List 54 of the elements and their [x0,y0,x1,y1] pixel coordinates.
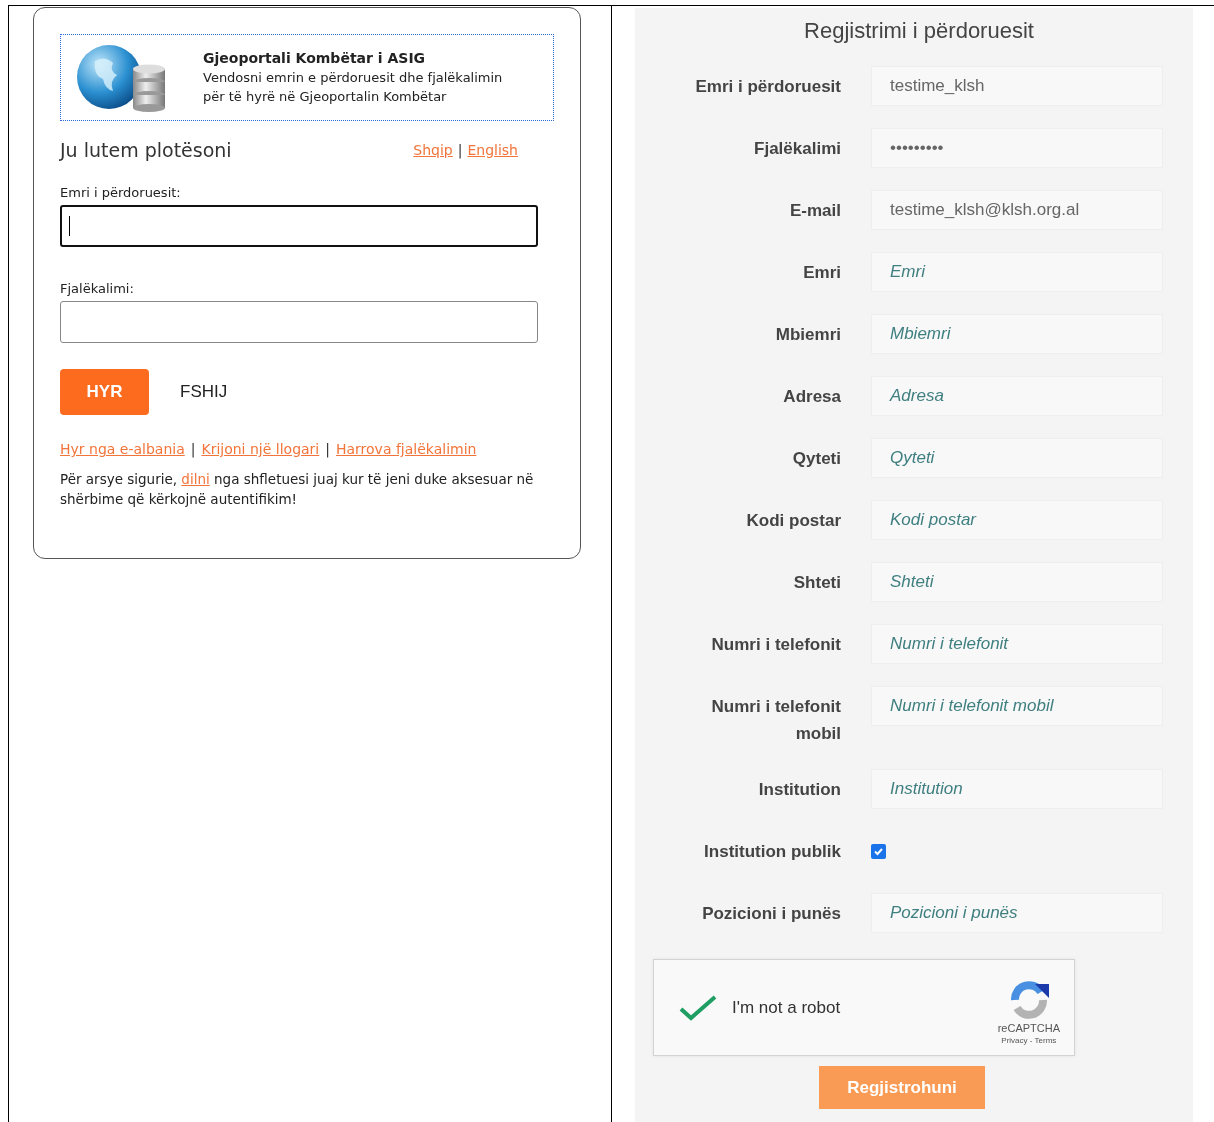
checkbox[interactable] [871,843,886,859]
field-label: Pozicioni i punës [701,903,841,925]
account-link[interactable]: Harrova fjalëkalimin [335,441,477,457]
input-field[interactable]: Institution [871,769,1163,809]
input-field[interactable] [60,301,538,343]
input-field[interactable]: testime_klsh [871,66,1163,106]
field-label: Adresa [782,386,841,408]
separator: | [325,441,330,457]
language-link[interactable]: Shqip [413,142,453,158]
input-field[interactable]: Emri [871,252,1163,292]
input-field[interactable]: Kodi postar [871,500,1163,540]
input-field[interactable]: Shteti [871,562,1163,602]
separator: | [457,142,463,158]
security-notice: Për arsye sigurie, dilni nga shfletuesi juaj kur të jeni duke aksesuar në shërbime që kërkojnë autentifikim! [60,470,535,509]
text-caret [69,216,70,236]
field-label: Emri [802,262,841,284]
input-field[interactable]: ••••••••• [871,128,1163,168]
form-title: Regjistrimi i përdoruesit [803,18,1035,44]
portal-description: Vendosni emrin e përdoruesit dhe fjalëkalimin për të hyrë në Gjeoportalin Kombëtar [203,68,503,106]
login-button[interactable]: HYR [60,369,149,415]
field-label: Emri i përdoruesit: [60,185,182,200]
field-label: Shteti [792,572,841,594]
account-link[interactable]: Krijoni një llogari [201,441,320,457]
input-field[interactable]: Pozicioni i punës [871,893,1163,933]
captcha-label: I'm not a robot [732,997,842,1018]
separator: | [190,441,196,457]
field-label: Mbiemri [774,324,841,346]
captcha-brand: reCAPTCHA [997,1022,1060,1034]
field-label: Emri i përdoruesit [694,76,841,98]
field-label: Institution [757,779,841,801]
field-label: Fjalëkalimi: [60,281,135,296]
captcha-terms: Privacy - Terms [1001,1036,1057,1045]
input-field[interactable]: Qyteti [871,438,1163,478]
logout-link[interactable]: dilni [181,471,210,487]
field-label: Numri i telefonit mobil [710,696,841,745]
portal-title: Gjeoportali Kombëtar i ASIG [203,49,427,66]
input-field[interactable]: testime_klsh@klsh.org.al [871,190,1163,230]
globe-database-icon [75,42,167,113]
field-label: Fjalëkalimi [753,138,841,160]
input-field[interactable]: Adresa [871,376,1163,416]
field-label: Qyteti [791,448,841,470]
input-field[interactable]: Mbiemri [871,314,1163,354]
checkmark-icon[interactable] [678,993,718,1022]
form-prompt: Ju lutem plotësoni [60,139,232,161]
clear-button[interactable]: FSHIJ [180,369,228,415]
input-field[interactable]: Numri i telefonit mobil [871,686,1163,726]
field-label: Kodi postar [745,510,841,532]
account-link[interactable]: Hyr nga e-albania [60,441,185,457]
input-field[interactable]: Numri i telefonit [871,624,1163,664]
input-field[interactable] [60,205,538,247]
field-label: Institution publik [703,841,841,863]
language-link[interactable]: English [467,142,518,158]
field-label: E-mail [788,200,841,222]
field-label: Numri i telefonit [710,634,841,656]
